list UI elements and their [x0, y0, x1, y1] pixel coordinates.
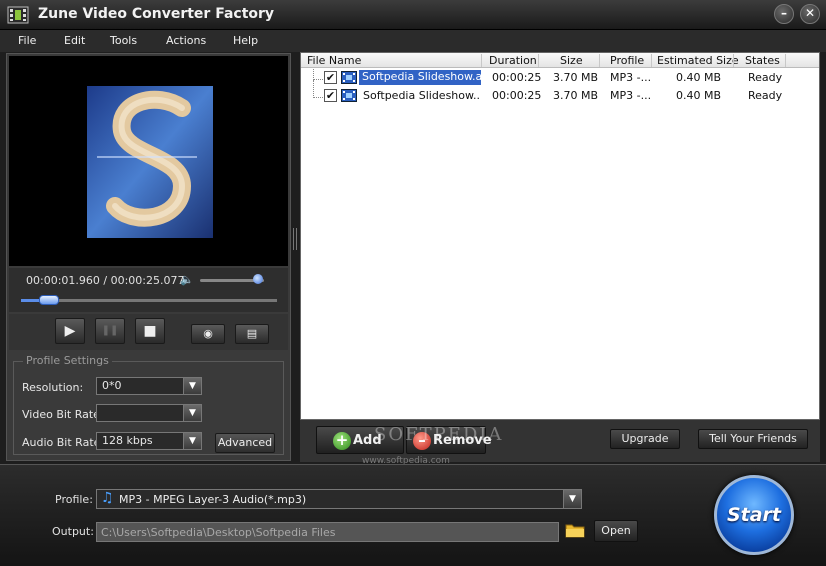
playback-time: 00:00:01.960 / 00:00:25.077: [26, 274, 185, 287]
resolution-label: Resolution:: [22, 381, 84, 394]
resolution-value: 0*0: [102, 379, 122, 392]
column-separator[interactable]: [785, 54, 786, 67]
close-button[interactable]: ✕: [800, 4, 820, 24]
chevron-down-icon: ▼: [183, 405, 201, 421]
row-estimated-size: 0.40 MB: [676, 89, 722, 102]
window-title: Zune Video Converter Factory: [38, 6, 275, 22]
menu-tools[interactable]: Tools: [110, 34, 137, 47]
row-state: Ready: [748, 89, 783, 102]
watermark-logo: SOFTPEDIA: [374, 424, 504, 445]
video-file-icon: [341, 89, 357, 102]
row-size: 3.70 MB: [553, 71, 599, 84]
audio-bitrate-label: Audio Bit Rate:: [22, 436, 105, 449]
app-icon: [7, 6, 29, 24]
video-preview: [9, 56, 288, 266]
add-icon: +: [333, 432, 351, 450]
player-controls: ▶ ❚❚ ■ ◉ ▤: [9, 314, 288, 350]
volume-icon[interactable]: 🔈: [180, 273, 194, 286]
row-duration: 00:00:25: [492, 89, 542, 102]
start-button-label: Start: [726, 504, 782, 526]
column-profile[interactable]: Profile: [610, 54, 644, 67]
panel-splitter[interactable]: [293, 228, 297, 250]
file-list-header: File Name Duration Size Profile Estimate…: [301, 53, 819, 68]
upgrade-button[interactable]: Upgrade: [610, 429, 680, 449]
row-profile: MP3 -...: [610, 89, 652, 102]
row-file-name: Softpedia Slideshow.avi: [359, 70, 481, 85]
profile-label: Profile:: [55, 493, 93, 506]
player-panel: 00:00:01.960 / 00:00:25.077 🔈 ▶ ❚❚ ■ ◉ ▤…: [6, 53, 291, 461]
minimize-button[interactable]: –: [774, 4, 794, 24]
menu-actions[interactable]: Actions: [166, 34, 206, 47]
video-bitrate-select[interactable]: ▼: [96, 404, 202, 422]
output-path-field[interactable]: [96, 522, 559, 542]
column-separator[interactable]: [733, 54, 734, 67]
video-bitrate-label: Video Bit Rate:: [22, 408, 104, 421]
row-profile: MP3 -...: [610, 71, 652, 84]
profile-select[interactable]: ♫ MP3 - MPEG Layer-3 Audio(*.mp3) ▼: [96, 489, 582, 509]
title-bar: Zune Video Converter Factory – ✕: [0, 0, 826, 30]
profile-settings-legend: Profile Settings: [23, 354, 112, 367]
column-separator[interactable]: [481, 54, 482, 67]
music-note-icon: ♫: [101, 490, 114, 506]
profile-settings: Profile Settings Resolution: 0*0 ▼ Video…: [9, 354, 288, 458]
row-estimated-size: 0.40 MB: [676, 71, 722, 84]
folder-icon[interactable]: [565, 521, 585, 539]
stop-button[interactable]: ■: [135, 318, 165, 344]
video-file-icon: [341, 71, 357, 84]
table-row[interactable]: ✔ Softpedia Slideshow.avi 00:00:25 3.70 …: [301, 69, 819, 87]
resolution-select[interactable]: 0*0 ▼: [96, 377, 202, 395]
column-states[interactable]: States: [745, 54, 780, 67]
play-button[interactable]: ▶: [55, 318, 85, 344]
file-list: File Name Duration Size Profile Estimate…: [300, 52, 820, 420]
start-button[interactable]: Start: [714, 475, 794, 555]
volume-slider-knob[interactable]: [253, 274, 263, 284]
seek-bar-knob[interactable]: [39, 295, 59, 305]
column-duration[interactable]: Duration: [489, 54, 537, 67]
column-separator[interactable]: [599, 54, 600, 67]
tell-your-friends-button[interactable]: Tell Your Friends: [698, 429, 808, 449]
open-button[interactable]: Open: [594, 520, 638, 542]
audio-bitrate-value: 128 kbps: [102, 434, 153, 447]
time-bar: 00:00:01.960 / 00:00:25.077 🔈: [9, 268, 288, 312]
row-file-name: Softpedia Slideshow....: [363, 89, 481, 102]
menu-help[interactable]: Help: [233, 34, 258, 47]
output-panel: Profile: ♫ MP3 - MPEG Layer-3 Audio(*.mp…: [0, 464, 826, 566]
seek-bar-track[interactable]: [21, 299, 277, 302]
column-separator[interactable]: [651, 54, 652, 67]
menu-file[interactable]: File: [18, 34, 36, 47]
row-state: Ready: [748, 71, 783, 84]
column-separator[interactable]: [538, 54, 539, 67]
chevron-down-icon: ▼: [183, 433, 201, 449]
chevron-down-icon: ▼: [563, 490, 581, 508]
column-file-name[interactable]: File Name: [307, 54, 361, 67]
video-frame-image: [87, 86, 213, 238]
row-size: 3.70 MB: [553, 89, 599, 102]
advanced-button[interactable]: Advanced: [215, 433, 275, 453]
column-size[interactable]: Size: [560, 54, 583, 67]
menu-bar: File Edit Tools Actions Help: [0, 30, 826, 52]
row-checkbox[interactable]: ✔: [324, 71, 337, 84]
row-checkbox[interactable]: ✔: [324, 89, 337, 102]
open-folder-button[interactable]: ▤: [235, 324, 269, 344]
chevron-down-icon: ▼: [183, 378, 201, 394]
output-label: Output:: [52, 525, 94, 538]
row-duration: 00:00:25: [492, 71, 542, 84]
audio-bitrate-select[interactable]: 128 kbps ▼: [96, 432, 202, 450]
snapshot-button[interactable]: ◉: [191, 324, 225, 344]
pause-button[interactable]: ❚❚: [95, 318, 125, 344]
table-row[interactable]: ✔ Softpedia Slideshow.... 00:00:25 3.70 …: [301, 87, 819, 105]
column-estimated-size[interactable]: Estimated Size: [657, 54, 739, 67]
menu-edit[interactable]: Edit: [64, 34, 85, 47]
seek-bar-fill: [21, 299, 41, 302]
profile-value: MP3 - MPEG Layer-3 Audio(*.mp3): [119, 493, 307, 506]
